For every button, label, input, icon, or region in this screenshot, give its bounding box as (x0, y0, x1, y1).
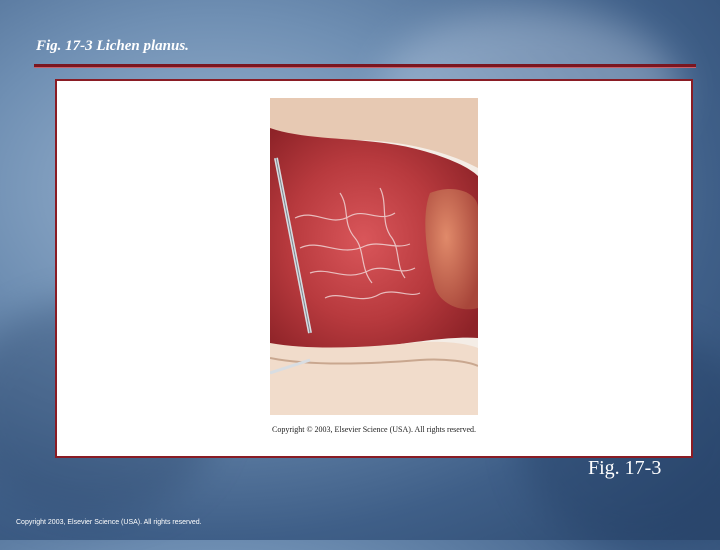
footer-copyright: Copyright 2003, Elsevier Science (USA). … (16, 519, 202, 526)
slide-title: Fig. 17-3 Lichen planus. (36, 38, 189, 54)
title-underline (34, 64, 696, 67)
photo-caption: Copyright © 2003, Elsevier Science (USA)… (272, 425, 477, 434)
figure-label: Fig. 17-3 (588, 457, 662, 479)
clinical-photo (270, 98, 478, 415)
